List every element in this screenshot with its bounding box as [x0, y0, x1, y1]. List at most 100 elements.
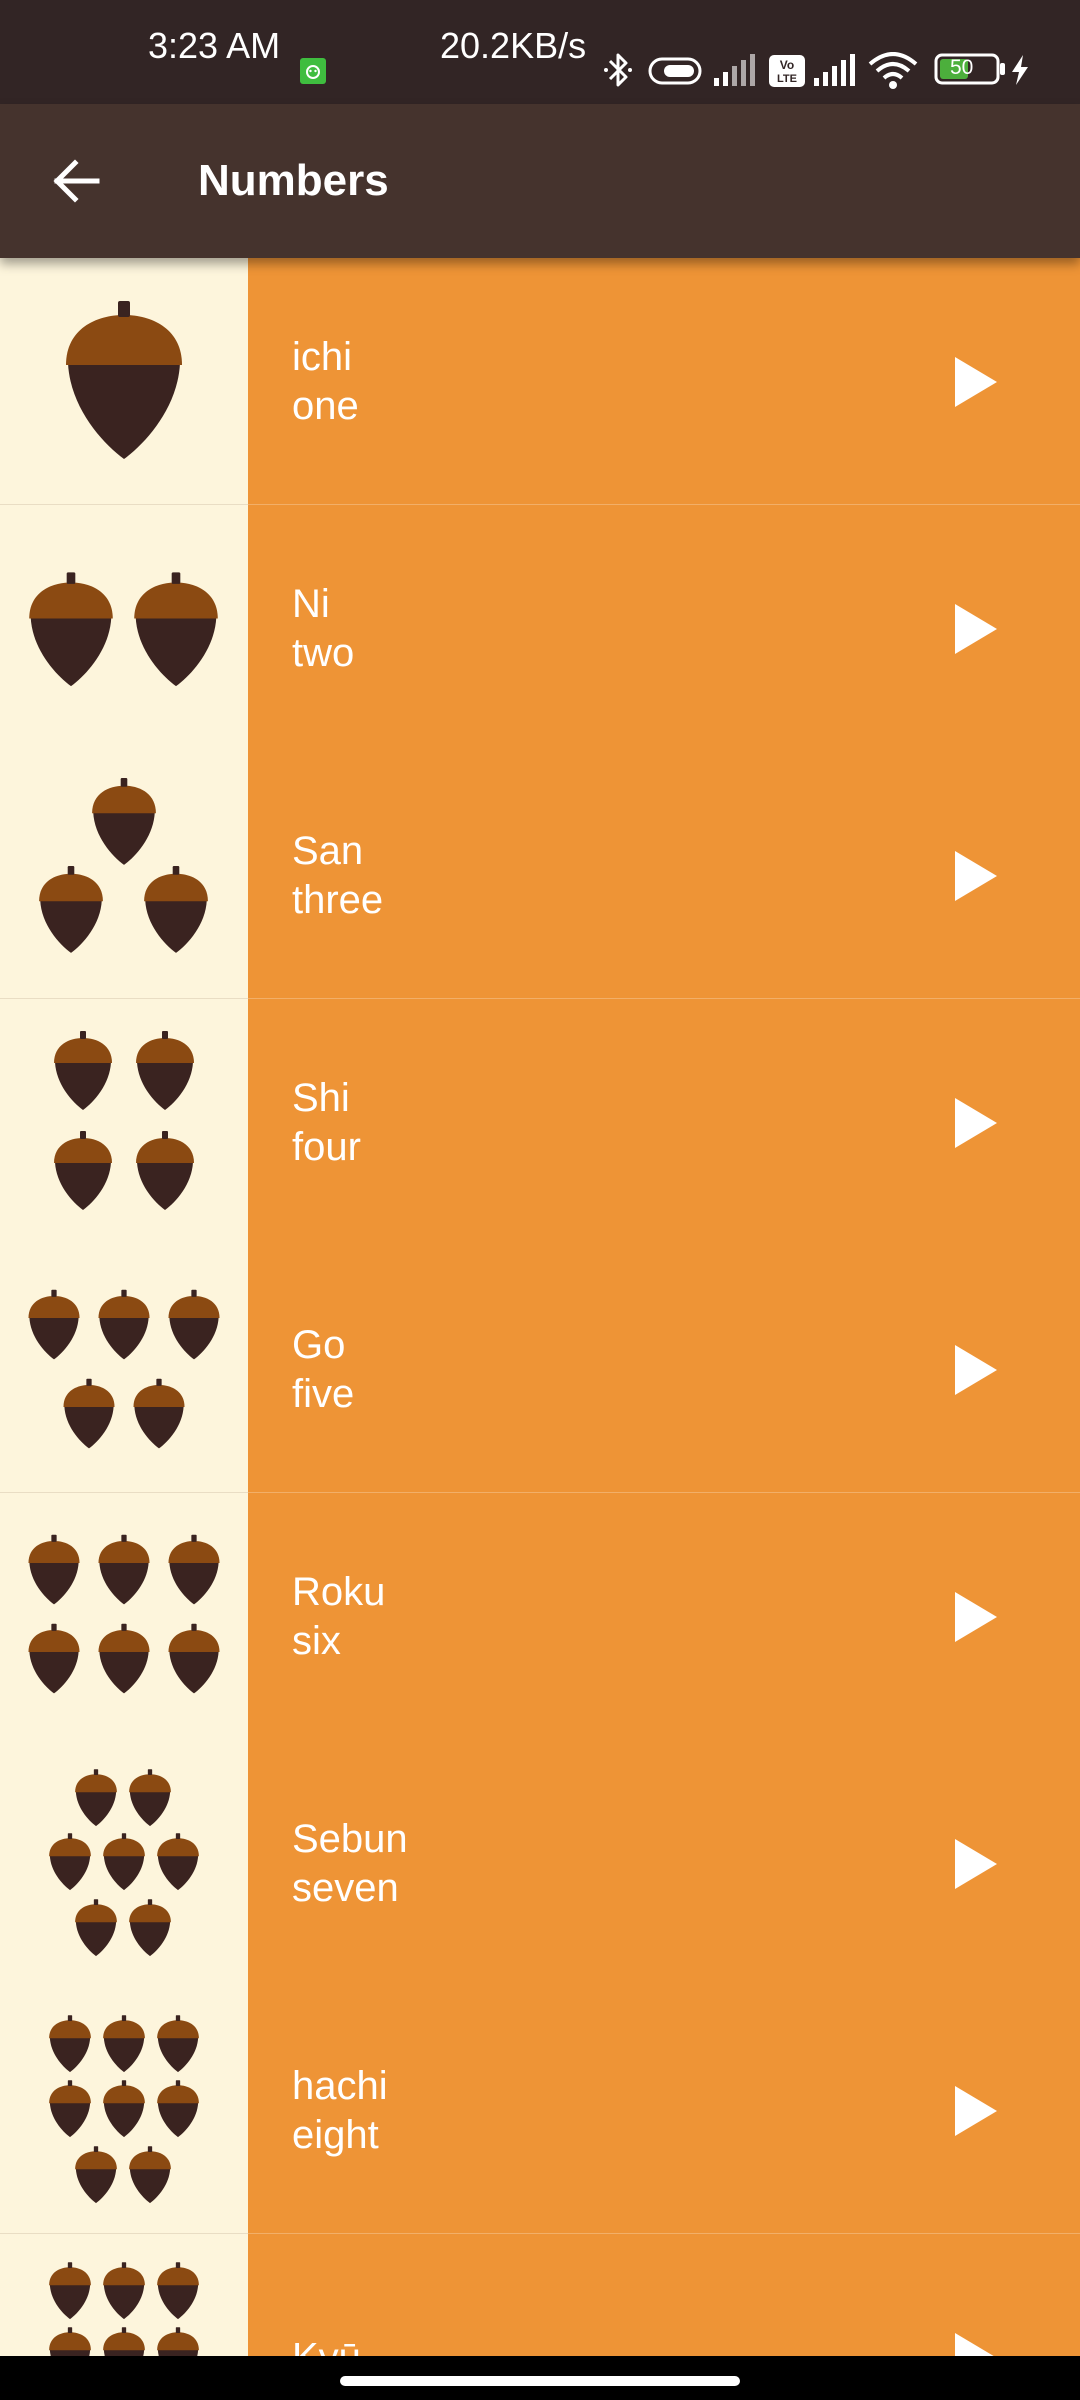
signal-icon: [812, 54, 860, 93]
acorn-image: [0, 1987, 248, 2234]
play-icon: [955, 1591, 997, 1642]
word-row[interactable]: Roku six: [0, 1493, 1080, 1740]
acorn-icon: [136, 1031, 194, 1110]
acorn-image: [0, 1246, 248, 1493]
japanese-word: Kyū: [292, 2333, 361, 2356]
play-button[interactable]: [955, 2085, 997, 2136]
play-button[interactable]: [955, 1838, 997, 1889]
english-word: two: [292, 630, 355, 675]
word-texts: Kyū: [292, 2333, 361, 2356]
acorn-icon: [63, 1378, 115, 1449]
acorn-icon: [103, 2015, 145, 2073]
play-icon: [955, 1344, 997, 1395]
acorn-icon: [168, 1289, 220, 1360]
status-time: 3:23 AM: [148, 25, 281, 66]
acorn-image: [0, 505, 248, 752]
word-texts: Ni two: [292, 580, 354, 678]
acorn-icon: [49, 2262, 91, 2320]
app-bar: Numbers: [0, 104, 1080, 258]
acorn-icon: [92, 778, 156, 865]
english-word: one: [292, 383, 359, 428]
acorn-icon: [103, 2327, 145, 2356]
acorn-icon: [54, 1031, 112, 1110]
battery-level-text: 50: [950, 56, 974, 79]
word-row[interactable]: Kyū: [0, 2234, 1080, 2356]
english-word: six: [292, 1618, 341, 1663]
screen: 3:23 AM 20.2KB/s Vo LTE 50 Numbers ichi …: [0, 0, 1080, 2400]
play-button[interactable]: [955, 2332, 997, 2356]
japanese-word: Sebun: [292, 1816, 408, 1861]
word-list[interactable]: ichi one Ni two San three Shi four Go five Roku six…: [0, 258, 1080, 2356]
acorn-icon: [168, 1534, 220, 1605]
acorn-icon: [39, 866, 103, 953]
acorn-image: [0, 1740, 248, 1987]
navigation-bar: [0, 2356, 1080, 2400]
acorn-icon: [75, 1769, 117, 1827]
english-word: four: [292, 1124, 361, 1169]
acorn-icon: [157, 1833, 199, 1891]
acorn-icon: [54, 1131, 112, 1210]
play-button[interactable]: [955, 1591, 997, 1642]
play-button[interactable]: [955, 356, 997, 407]
word-texts: Go five: [292, 1321, 354, 1419]
status-network-speed: 20.2KB/s: [440, 25, 587, 66]
play-icon: [955, 603, 997, 654]
word-row[interactable]: Ni two: [0, 505, 1080, 752]
acorn-icon: [28, 1623, 80, 1694]
acorn-image: [0, 258, 248, 505]
acorn-icon: [28, 1289, 80, 1360]
play-button[interactable]: [955, 1097, 997, 1148]
play-button[interactable]: [955, 850, 997, 901]
acorn-icon: [103, 1833, 145, 1891]
svg-text:Vo: Vo: [780, 58, 794, 72]
page-title: Numbers: [198, 156, 389, 205]
japanese-word: ichi: [292, 334, 353, 379]
acorn-icon: [49, 1833, 91, 1891]
acorn-icon: [157, 2015, 199, 2073]
acorn-icon: [157, 2262, 199, 2320]
acorn-icon: [129, 2146, 171, 2204]
word-texts: San three: [292, 827, 383, 925]
word-row[interactable]: Shi four: [0, 999, 1080, 1246]
acorn-icon: [133, 1378, 185, 1449]
charging-icon: [1010, 55, 1030, 90]
acorn-image: [0, 999, 248, 1246]
acorn-icon: [49, 2015, 91, 2073]
word-texts: ichi one: [292, 333, 359, 431]
play-icon: [955, 1838, 997, 1889]
word-row[interactable]: ichi one: [0, 258, 1080, 505]
japanese-word: Ni: [292, 581, 330, 626]
word-row[interactable]: Sebun seven: [0, 1740, 1080, 1987]
svg-text:LTE: LTE: [777, 73, 797, 85]
acorn-icon: [98, 1289, 150, 1360]
acorn-icon: [75, 1899, 117, 1957]
english-word: seven: [292, 1865, 399, 1910]
acorn-icon: [29, 572, 113, 687]
acorn-icon: [66, 301, 182, 459]
toggle-icon: [648, 55, 702, 92]
signal-icon: [712, 54, 760, 93]
word-row[interactable]: San three: [0, 752, 1080, 999]
play-icon: [955, 850, 997, 901]
english-word: eight: [292, 2112, 379, 2157]
japanese-word: Roku: [292, 1569, 386, 1614]
play-button[interactable]: [955, 603, 997, 654]
word-texts: Roku six: [292, 1568, 385, 1666]
acorn-icon: [98, 1623, 150, 1694]
play-button[interactable]: [955, 1344, 997, 1395]
acorn-icon: [136, 1131, 194, 1210]
acorn-icon: [157, 2080, 199, 2138]
word-row[interactable]: Go five: [0, 1246, 1080, 1493]
home-indicator[interactable]: [340, 2376, 740, 2386]
japanese-word: Shi: [292, 1075, 350, 1120]
bluetooth-icon: [598, 50, 638, 95]
play-icon: [955, 356, 997, 407]
acorn-image: [0, 2234, 248, 2356]
japanese-word: San: [292, 828, 364, 873]
word-row[interactable]: hachi eight: [0, 1987, 1080, 2234]
acorn-image: [0, 1493, 248, 1740]
acorn-image: [0, 752, 248, 999]
back-button[interactable]: [36, 141, 116, 221]
english-word: three: [292, 877, 384, 922]
english-word: five: [292, 1371, 355, 1416]
